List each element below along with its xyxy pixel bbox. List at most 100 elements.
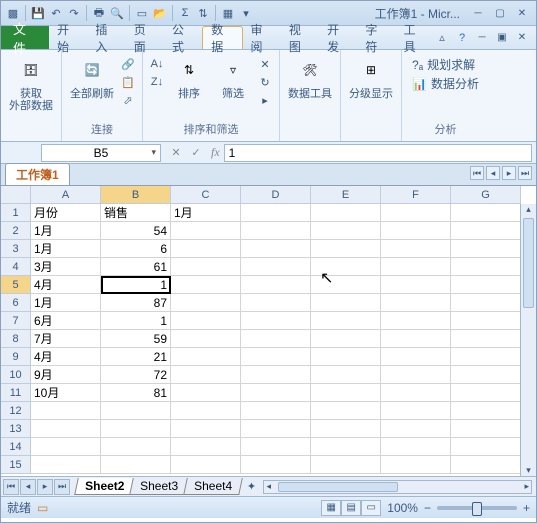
cell-C9[interactable] (171, 348, 241, 366)
cell-C11[interactable] (171, 384, 241, 402)
get-external-data-button[interactable]: 🗄获取 外部数据 (7, 52, 55, 114)
tab-nav-next[interactable]: ▸ (502, 166, 516, 180)
close-button[interactable]: ✕ (514, 6, 530, 20)
menu-tab-数据[interactable]: 数据 (202, 26, 242, 49)
border-icon[interactable]: ▦ (220, 5, 236, 21)
cell-A1[interactable]: 月份 (31, 204, 101, 222)
cell-D13[interactable] (241, 420, 311, 438)
col-header-G[interactable]: G (451, 186, 521, 204)
cell-D12[interactable] (241, 402, 311, 420)
vertical-scroll-thumb[interactable] (523, 218, 534, 308)
cell-E3[interactable] (311, 240, 381, 258)
cell-B8[interactable]: 59 (101, 330, 171, 348)
cell-A9[interactable]: 4月 (31, 348, 101, 366)
minimize-button[interactable]: ─ (470, 6, 486, 20)
normal-view-button[interactable]: ▦ (321, 500, 341, 516)
row-header-4[interactable]: 4 (1, 258, 31, 276)
cell-F8[interactable] (381, 330, 451, 348)
dropdown-icon[interactable]: ▵ (434, 30, 450, 46)
cell-E12[interactable] (311, 402, 381, 420)
cell-G14[interactable] (451, 438, 521, 456)
cell-D10[interactable] (241, 366, 311, 384)
cell-F4[interactable] (381, 258, 451, 276)
row-header-7[interactable]: 7 (1, 312, 31, 330)
connections-icon[interactable]: 🔗 (120, 56, 136, 72)
sheet-nav-first[interactable]: ⏮ (3, 479, 19, 495)
row-header-9[interactable]: 9 (1, 348, 31, 366)
cell-B4[interactable]: 61 (101, 258, 171, 276)
cell-D11[interactable] (241, 384, 311, 402)
row-header-12[interactable]: 12 (1, 402, 31, 420)
refresh-all-button[interactable]: 🔄全部刷新 (68, 52, 116, 102)
cell-C10[interactable] (171, 366, 241, 384)
cell-G11[interactable] (451, 384, 521, 402)
open-icon[interactable]: 📂 (152, 5, 168, 21)
cell-A14[interactable] (31, 438, 101, 456)
cell-C14[interactable] (171, 438, 241, 456)
sort-button[interactable]: ⇅排序 (169, 52, 209, 102)
cell-C6[interactable] (171, 294, 241, 312)
reapply-icon[interactable]: ↻ (257, 74, 273, 90)
sheet-nav-next[interactable]: ▸ (37, 479, 53, 495)
col-header-F[interactable]: F (381, 186, 451, 204)
cell-F7[interactable] (381, 312, 451, 330)
sheet-tab-Sheet2[interactable]: Sheet2 (74, 478, 135, 495)
file-tab[interactable]: 文件 (1, 26, 49, 49)
cell-D15[interactable] (241, 456, 311, 474)
menu-tab-工具[interactable]: 工具 (396, 26, 434, 49)
cell-E14[interactable] (311, 438, 381, 456)
menu-tab-页面[interactable]: 页面 (126, 26, 164, 49)
cell-D3[interactable] (241, 240, 311, 258)
cell-A5[interactable]: 4月 (31, 276, 101, 294)
menu-tab-开发[interactable]: 开发 (319, 26, 357, 49)
cell-E11[interactable] (311, 384, 381, 402)
doc-restore-button[interactable]: ▣ (494, 31, 510, 45)
sort-icon[interactable]: ⇅ (195, 5, 211, 21)
cell-A4[interactable]: 3月 (31, 258, 101, 276)
col-header-E[interactable]: E (311, 186, 381, 204)
menu-tab-插入[interactable]: 插入 (87, 26, 125, 49)
cell-E13[interactable] (311, 420, 381, 438)
cell-A8[interactable]: 7月 (31, 330, 101, 348)
cell-C5[interactable] (171, 276, 241, 294)
row-header-13[interactable]: 13 (1, 420, 31, 438)
menu-tab-视图[interactable]: 视图 (281, 26, 319, 49)
cell-B5[interactable]: 1 (101, 276, 171, 294)
cell-F15[interactable] (381, 456, 451, 474)
menu-tab-开始[interactable]: 开始 (49, 26, 87, 49)
sort-desc-icon[interactable]: Z↓ (149, 74, 165, 90)
cell-B3[interactable]: 6 (101, 240, 171, 258)
cell-G3[interactable] (451, 240, 521, 258)
cell-G1[interactable] (451, 204, 521, 222)
cell-F3[interactable] (381, 240, 451, 258)
row-header-2[interactable]: 2 (1, 222, 31, 240)
row-header-14[interactable]: 14 (1, 438, 31, 456)
zoom-in-button[interactable]: + (523, 501, 530, 515)
cell-E15[interactable] (311, 456, 381, 474)
cell-F9[interactable] (381, 348, 451, 366)
enter-icon[interactable]: ✓ (187, 145, 205, 161)
doc-close-button[interactable]: ✕ (514, 31, 530, 45)
cell-F13[interactable] (381, 420, 451, 438)
col-header-B[interactable]: B (101, 186, 171, 204)
tab-nav-last[interactable]: ⏭ (518, 166, 532, 180)
cancel-icon[interactable]: ✕ (167, 145, 185, 161)
cell-B2[interactable]: 54 (101, 222, 171, 240)
select-all-corner[interactable] (1, 186, 31, 204)
undo-icon[interactable]: ↶ (48, 5, 64, 21)
row-header-15[interactable]: 15 (1, 456, 31, 474)
row-header-3[interactable]: 3 (1, 240, 31, 258)
cell-F12[interactable] (381, 402, 451, 420)
cell-C13[interactable] (171, 420, 241, 438)
properties-icon[interactable]: 📋 (120, 74, 136, 90)
cell-A13[interactable] (31, 420, 101, 438)
help-icon[interactable]: ? (454, 30, 470, 46)
cell-F1[interactable] (381, 204, 451, 222)
tab-nav-first[interactable]: ⏮ (470, 166, 484, 180)
cell-D2[interactable] (241, 222, 311, 240)
print-icon[interactable]: 🖶 (91, 5, 107, 21)
cell-G2[interactable] (451, 222, 521, 240)
row-header-11[interactable]: 11 (1, 384, 31, 402)
cell-C8[interactable] (171, 330, 241, 348)
cell-B9[interactable]: 21 (101, 348, 171, 366)
